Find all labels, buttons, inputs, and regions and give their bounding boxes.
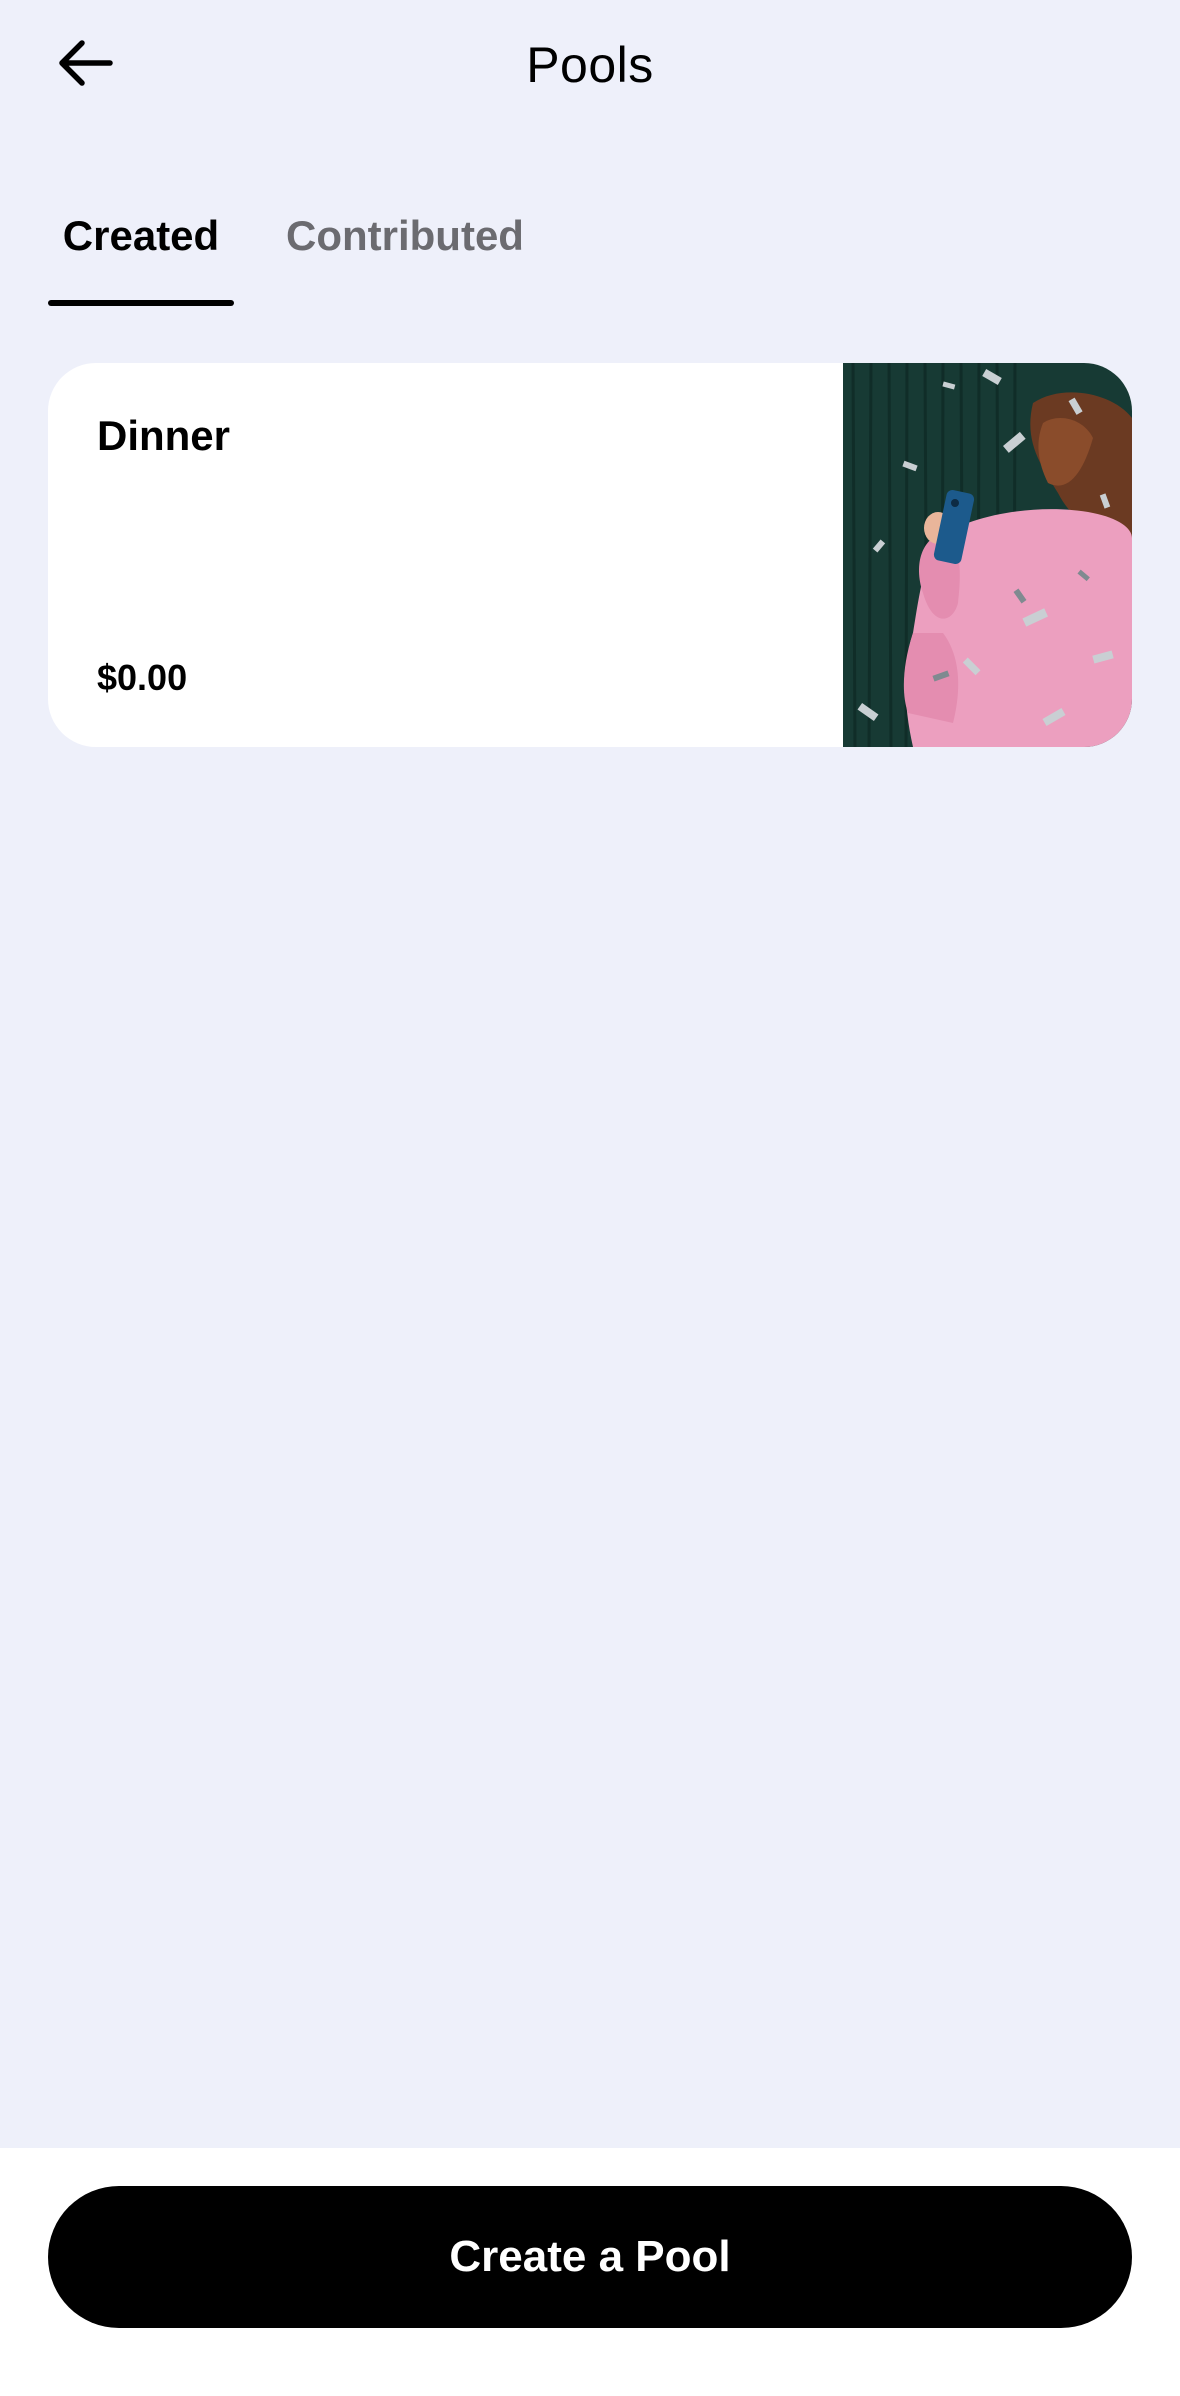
page-title: Pools [526,37,654,93]
tab-created[interactable]: Created [48,200,234,306]
top-app-bar: Pools [0,0,1180,130]
bottom-action-bar: Create a Pool [0,2148,1180,2396]
tab-created-label: Created [62,212,220,259]
pool-card[interactable]: Dinner $0.00 [48,363,1132,747]
pool-amount: $0.00 [97,657,188,698]
tab-contributed-label: Contributed [286,212,524,259]
tab-contributed[interactable]: Contributed [274,200,536,306]
pool-name: Dinner [97,412,231,459]
create-pool-button[interactable]: Create a Pool [48,2186,1132,2328]
tab-bar: Created Contributed [48,200,536,306]
pool-cover-image [843,363,1132,747]
active-tab-indicator [48,300,234,306]
